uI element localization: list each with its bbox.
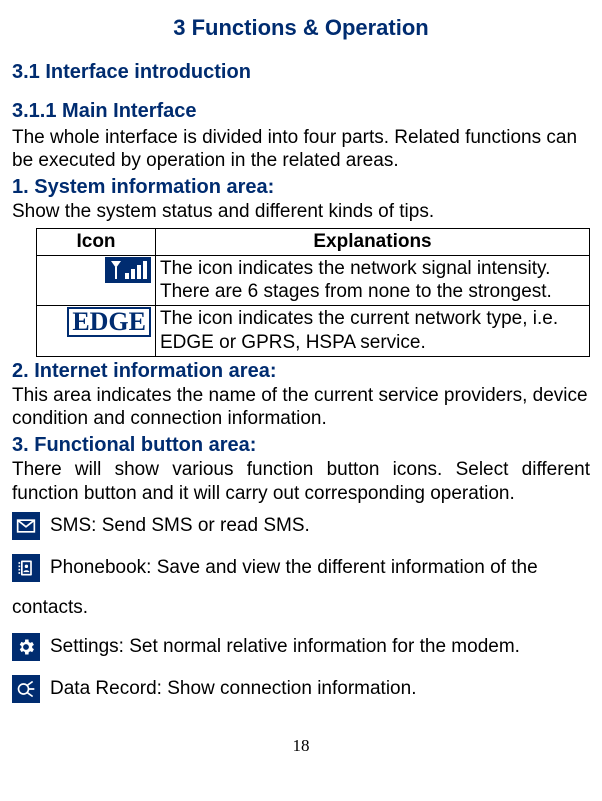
sms-line: SMS: Send SMS or read SMS. (12, 512, 590, 540)
system-info-table: Icon Explanations The icon indicates the… (36, 228, 590, 357)
signal-icon-cell (37, 255, 156, 306)
area-2-heading: 2. Internet information area: (12, 359, 590, 384)
th-icon: Icon (37, 228, 156, 255)
signal-strength-icon (105, 257, 151, 283)
signal-explanation: The icon indicates the network signal in… (156, 255, 590, 306)
page-number: 18 (12, 735, 590, 756)
area-1-desc: Show the system status and different kin… (12, 200, 590, 224)
network-type-icon: EDGE (67, 307, 151, 337)
phonebook-line: Phonebook: Save and view the different i… (12, 554, 590, 582)
section-3-1-heading: 3.1 Interface introduction (12, 60, 590, 85)
chapter-title: 3 Functions & Operation (12, 14, 590, 42)
intro-paragraph: The whole interface is divided into four… (12, 126, 590, 174)
sms-text: SMS: Send SMS or read SMS. (50, 514, 310, 538)
settings-icon (12, 633, 40, 661)
section-3-1-1-heading: 3.1.1 Main Interface (12, 99, 590, 124)
settings-text: Settings: Set normal relative informatio… (50, 635, 520, 659)
data-record-line: Data Record: Show connection information… (12, 675, 590, 703)
sms-icon (12, 512, 40, 540)
th-explanations: Explanations (156, 228, 590, 255)
data-record-text: Data Record: Show connection information… (50, 677, 416, 701)
table-row: The icon indicates the network signal in… (37, 255, 590, 306)
area-1-heading: 1. System information area: (12, 175, 590, 200)
area-3-heading: 3. Functional button area: (12, 433, 590, 458)
phonebook-text: Phonebook: Save and view the different i… (50, 556, 538, 580)
table-header-row: Icon Explanations (37, 228, 590, 255)
phonebook-icon (12, 554, 40, 582)
area-2-desc: This area indicates the name of the curr… (12, 384, 590, 432)
settings-line: Settings: Set normal relative informatio… (12, 633, 590, 661)
phonebook-text-cont: contacts. (12, 596, 590, 620)
edge-explanation: The icon indicates the current network t… (156, 306, 590, 357)
area-3-desc: There will show various function button … (12, 458, 590, 506)
table-row: EDGE The icon indicates the current netw… (37, 306, 590, 357)
edge-icon-cell: EDGE (37, 306, 156, 357)
data-record-icon (12, 675, 40, 703)
